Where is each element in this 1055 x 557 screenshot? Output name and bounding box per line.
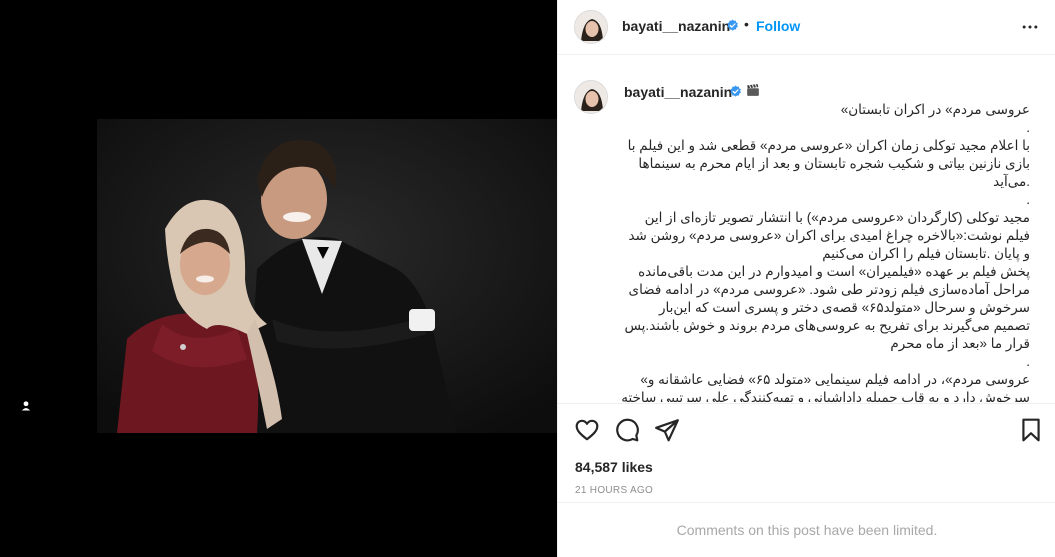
follow-button[interactable]: Follow [756,18,800,34]
caption-line: . [1026,354,1030,369]
comment-icon[interactable] [614,417,640,443]
post-header: bayati__nazanin • Follow [558,0,1055,55]
caption-line: عروسی مردم» در اکران تابستان» [840,102,1030,117]
caption-line: عروسی مردم»، در ادامه فیلم سینمایی «متول… [621,372,1030,402]
post-side-panel: bayati__nazanin • Follow bayati__nazanin [557,0,1055,557]
caption-username[interactable]: bayati__nazanin [624,84,732,100]
caption-line: . [1026,120,1030,135]
caption-line: با اعلام مجید توکلی زمان اکران «عروسی مر… [627,138,1030,189]
post-photo-image [97,119,557,433]
share-icon[interactable] [654,417,680,443]
avatar[interactable] [574,10,608,44]
action-bar [558,403,1055,455]
caption-area[interactable]: bayati__nazanin عروسی مردم» در اکران تاب… [558,56,1055,402]
caption-avatar-image [575,81,607,113]
header-username[interactable]: bayati__nazanin [622,18,730,34]
bookmark-icon[interactable] [1018,417,1044,443]
post-photo[interactable] [97,119,557,433]
like-count[interactable]: 84,587 likes [575,459,653,475]
caption-line: . [1026,192,1030,207]
heart-icon[interactable] [574,417,600,443]
caption-line: پخش فیلم بر عهده «فیلمیران» است و امیدوا… [624,264,1030,351]
tagged-user-icon[interactable] [17,397,35,415]
avatar-image [575,11,607,43]
more-options-icon[interactable] [1020,17,1040,37]
header-separator: • [744,16,749,32]
caption-avatar[interactable] [574,80,608,114]
caption-line: مجید توکلی (کارگردان «عروسی مردم») با ان… [628,210,1030,261]
post-timestamp[interactable]: 21 HOURS AGO [575,485,653,496]
post-media[interactable] [0,0,557,557]
verified-badge-icon [730,85,741,97]
verified-badge-icon [727,19,738,31]
comments-limited-notice: Comments on this post have been limited. [558,502,1055,557]
clapperboard-icon [747,84,759,96]
caption-text: عروسی مردم» در اکران تابستان» . با اعلام… [620,101,1030,402]
